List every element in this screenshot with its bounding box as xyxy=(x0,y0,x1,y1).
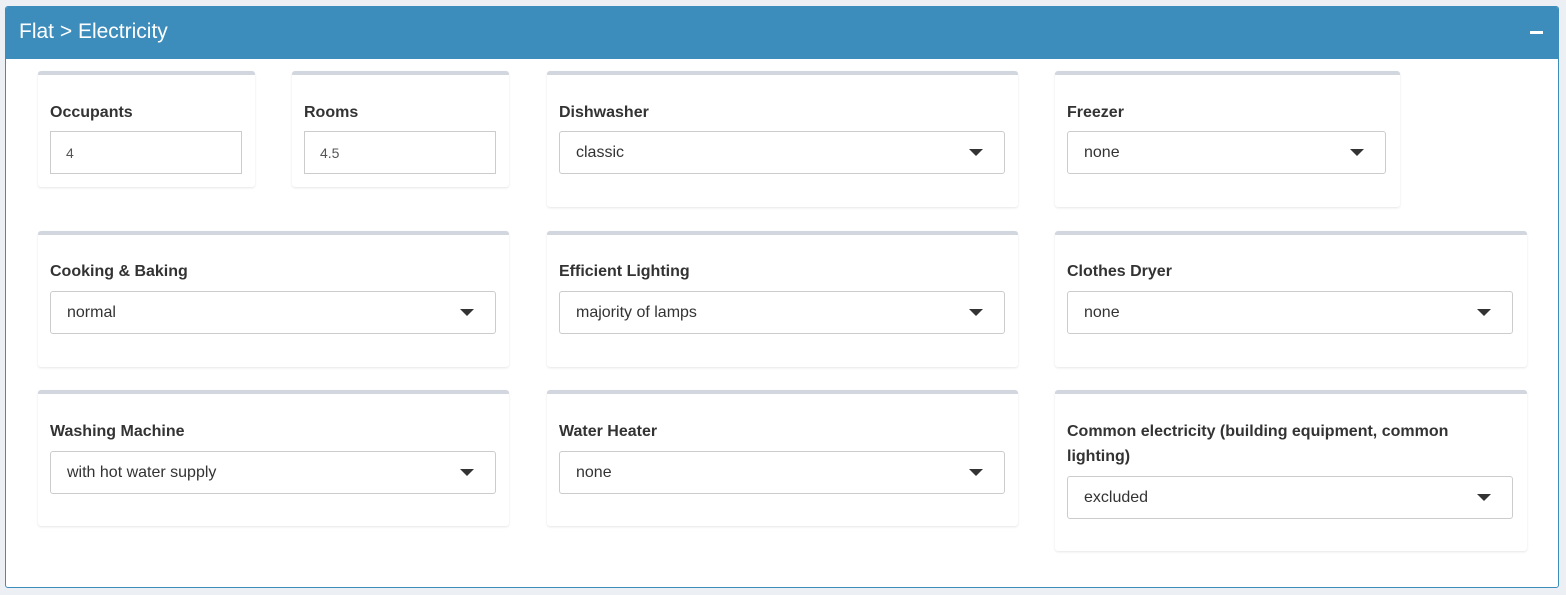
electricity-panel: Flat > Electricity Occupants Rooms Dishw… xyxy=(5,6,1559,588)
freezer-box: Freezer none xyxy=(1055,71,1400,207)
freezer-select[interactable]: none xyxy=(1067,131,1386,174)
common-electricity-label-line1: Common electricity (building equipment, … xyxy=(1067,423,1449,440)
occupants-input[interactable] xyxy=(50,131,242,174)
lighting-box: Efficient Lighting majority of lamps xyxy=(547,231,1018,367)
common-electricity-value: excluded xyxy=(1084,489,1149,506)
rooms-input[interactable] xyxy=(304,131,496,174)
water-heater-value: none xyxy=(576,464,612,481)
washing-value: with hot water supply xyxy=(67,464,217,481)
lighting-select[interactable]: majority of lamps xyxy=(559,291,1005,334)
caret-down-icon xyxy=(460,469,474,476)
dishwasher-box: Dishwasher classic xyxy=(547,71,1018,207)
collapse-button[interactable] xyxy=(1524,19,1548,43)
water-heater-box: Water Heater none xyxy=(547,390,1018,526)
dryer-value: none xyxy=(1084,304,1120,321)
dishwasher-label: Dishwasher xyxy=(559,104,649,121)
cooking-label: Cooking & Baking xyxy=(50,263,188,280)
cooking-select[interactable]: normal xyxy=(50,291,496,334)
caret-down-icon xyxy=(1477,309,1491,316)
caret-down-icon xyxy=(1477,494,1491,501)
occupants-label: Occupants xyxy=(50,104,133,121)
dryer-box: Clothes Dryer none xyxy=(1055,231,1527,367)
panel-title: Flat > Electricity xyxy=(19,20,168,43)
dryer-label: Clothes Dryer xyxy=(1067,263,1172,280)
freezer-label: Freezer xyxy=(1067,104,1124,121)
lighting-label: Efficient Lighting xyxy=(559,263,690,280)
caret-down-icon xyxy=(969,469,983,476)
lighting-value: majority of lamps xyxy=(576,304,697,321)
caret-down-icon xyxy=(1350,149,1364,156)
water-heater-select[interactable]: none xyxy=(559,451,1005,494)
dryer-select[interactable]: none xyxy=(1067,291,1513,334)
cooking-box: Cooking & Baking normal xyxy=(38,231,509,367)
caret-down-icon xyxy=(969,309,983,316)
common-electricity-label-line2: lighting) xyxy=(1067,448,1131,465)
panel-header: Flat > Electricity xyxy=(6,7,1558,59)
common-electricity-box: Common electricity (building equipment, … xyxy=(1055,390,1527,551)
water-heater-label: Water Heater xyxy=(559,423,658,440)
washing-box: Washing Machine with hot water supply xyxy=(38,390,509,526)
common-electricity-select[interactable]: excluded xyxy=(1067,476,1513,519)
occupants-box: Occupants xyxy=(38,71,255,187)
minus-icon xyxy=(1530,31,1543,34)
dishwasher-select[interactable]: classic xyxy=(559,131,1005,174)
washing-select[interactable]: with hot water supply xyxy=(50,451,496,494)
dishwasher-value: classic xyxy=(576,144,625,161)
rooms-box: Rooms xyxy=(292,71,509,187)
caret-down-icon xyxy=(969,149,983,156)
rooms-label: Rooms xyxy=(304,104,359,121)
caret-down-icon xyxy=(460,309,474,316)
cooking-value: normal xyxy=(67,304,116,321)
freezer-value: none xyxy=(1084,144,1120,161)
washing-label: Washing Machine xyxy=(50,423,185,440)
